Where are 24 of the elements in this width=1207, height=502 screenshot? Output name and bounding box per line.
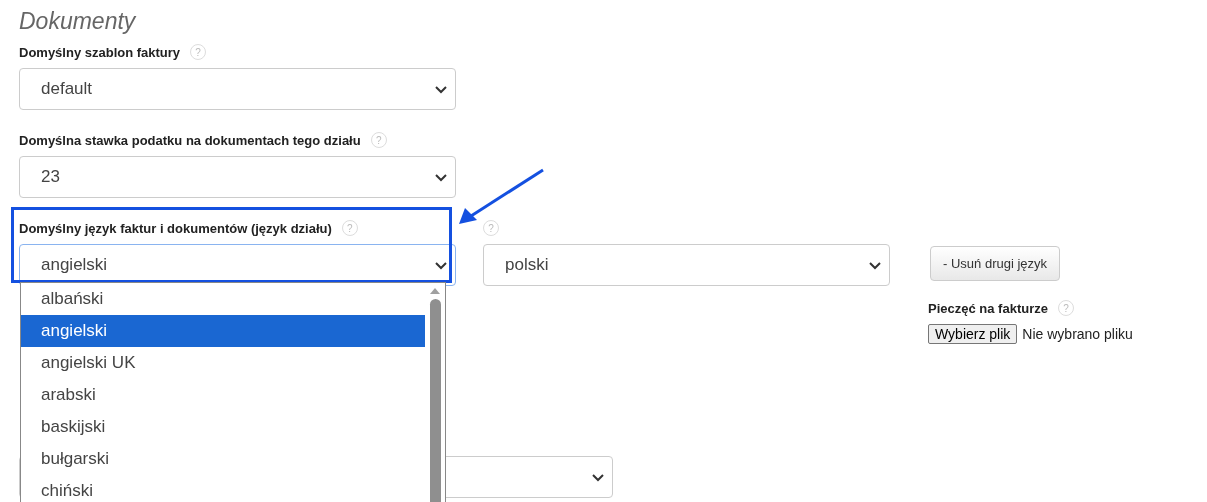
dropdown-option[interactable]: baskijski — [21, 411, 425, 443]
remove-language-button[interactable]: - Usuń drugi język — [930, 246, 1061, 281]
file-status: Nie wybrano pliku — [1022, 326, 1133, 342]
select-field[interactable]: default — [19, 68, 456, 110]
field-label: Domyślny język faktur i dokumentów (język działu) — [19, 220, 332, 236]
select-field[interactable]: 23 — [19, 156, 456, 198]
chevron-down-icon — [435, 174, 447, 182]
chevron-down-icon — [435, 86, 447, 94]
section-title: Dokumenty — [19, 8, 137, 36]
choose-file-button[interactable]: Wybierz plik — [928, 324, 1018, 344]
dropdown-option[interactable]: angielski — [21, 315, 425, 347]
chevron-down-icon — [592, 474, 604, 482]
chevron-down-icon — [435, 262, 447, 270]
dropdown-option[interactable]: albański — [21, 283, 425, 315]
field-label: Pieczęć na fakturze — [928, 300, 1048, 316]
select-field[interactable]: polski — [483, 244, 890, 286]
field-label: Domyślna stawka podatku na dokumentach tego działu — [19, 132, 361, 148]
dropdown-option[interactable]: angielski UK — [21, 347, 425, 379]
chevron-down-icon — [869, 262, 881, 270]
field-label: Domyślny szablon faktury — [19, 44, 181, 60]
dropdown-option[interactable]: chiński — [21, 475, 425, 502]
dropdown-option[interactable]: bułgarski — [21, 443, 425, 475]
dropdown-option[interactable]: arabski — [21, 379, 425, 411]
scrollbar[interactable] — [429, 287, 441, 502]
